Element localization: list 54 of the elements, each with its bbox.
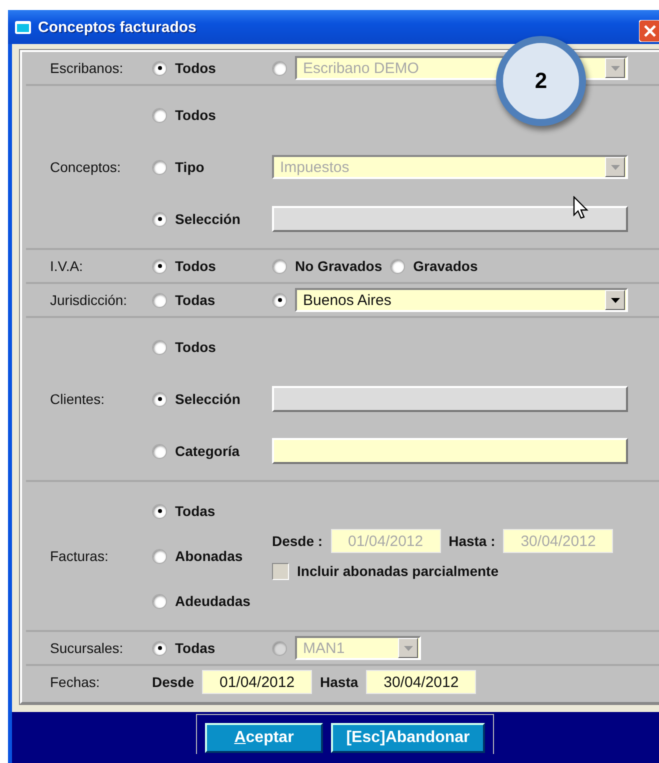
radio-circle-icon[interactable]	[152, 258, 167, 274]
mouse-pointer-icon	[573, 196, 589, 220]
radio-option[interactable]: Todas	[152, 292, 264, 308]
section-label: Jurisdicción:	[49, 292, 128, 308]
radio-option[interactable]: Tipo	[152, 159, 264, 175]
window-title: Conceptos facturados	[38, 18, 196, 36]
radio-button[interactable]	[272, 60, 287, 76]
radio-option[interactable]: Abonadas	[152, 548, 264, 564]
radio-option[interactable]: Todas	[152, 640, 264, 656]
radio-option[interactable]: Todos	[152, 339, 264, 355]
radio-circle-icon[interactable]	[152, 60, 167, 76]
radio-circle-icon[interactable]	[152, 640, 167, 656]
field-label: Hasta	[320, 674, 358, 690]
radio-option[interactable]: Selección	[152, 211, 264, 227]
section-label: Escribanos:	[49, 60, 124, 76]
radio-option[interactable]: Gravados	[390, 258, 478, 274]
radio-circle-icon[interactable]	[272, 258, 287, 274]
close-icon[interactable]	[639, 20, 659, 42]
section-label: Sucursales:	[49, 640, 124, 656]
section-label: Conceptos:	[49, 159, 122, 175]
window-icon	[14, 19, 32, 35]
field-label: Hasta :	[448, 533, 496, 549]
radio-circle-icon[interactable]	[152, 292, 167, 308]
radio-option[interactable]: Todos	[152, 107, 264, 123]
radio-circle-icon[interactable]	[152, 504, 167, 518]
radio-circle-icon[interactable]	[152, 108, 167, 122]
radio-circle-icon[interactable]	[152, 594, 167, 608]
section-label: Fechas:	[49, 674, 101, 690]
radio-circle-icon[interactable]	[152, 160, 167, 174]
dropdown[interactable]: Buenos Aires	[295, 288, 628, 312]
radio-circle-icon[interactable]	[152, 392, 167, 406]
radio-option[interactable]: Selección	[152, 391, 264, 407]
radio-option[interactable]: Todos	[152, 258, 264, 274]
input-field[interactable]	[272, 438, 628, 464]
field-label: Desde :	[272, 533, 323, 549]
radio-option[interactable]: Todos	[152, 60, 264, 76]
radio-circle-icon[interactable]	[152, 548, 167, 564]
radio-circle-icon[interactable]	[152, 444, 167, 458]
radio-circle-icon[interactable]	[152, 340, 167, 354]
date-field[interactable]: 01/04/2012	[202, 670, 312, 694]
cancel-button[interactable]: [Esc]Abandonar	[331, 723, 485, 753]
radio-option[interactable]: No Gravados	[272, 258, 382, 274]
radio-option[interactable]: Adeudadas	[152, 593, 264, 609]
section-label: Clientes:	[49, 391, 106, 407]
date-field[interactable]: 30/04/2012	[366, 670, 476, 694]
section-label: I.V.A:	[49, 258, 84, 274]
accept-button[interactable]: Aceptar	[205, 723, 323, 753]
section-label: Facturas:	[49, 548, 110, 564]
radio-circle-icon[interactable]	[152, 212, 167, 226]
radio-button[interactable]	[272, 292, 287, 308]
radio-circle-icon[interactable]	[390, 258, 406, 274]
radio-option[interactable]: Categoría	[152, 443, 264, 459]
radio-option[interactable]: Todas	[152, 503, 264, 519]
field-label: Desde	[152, 674, 194, 690]
